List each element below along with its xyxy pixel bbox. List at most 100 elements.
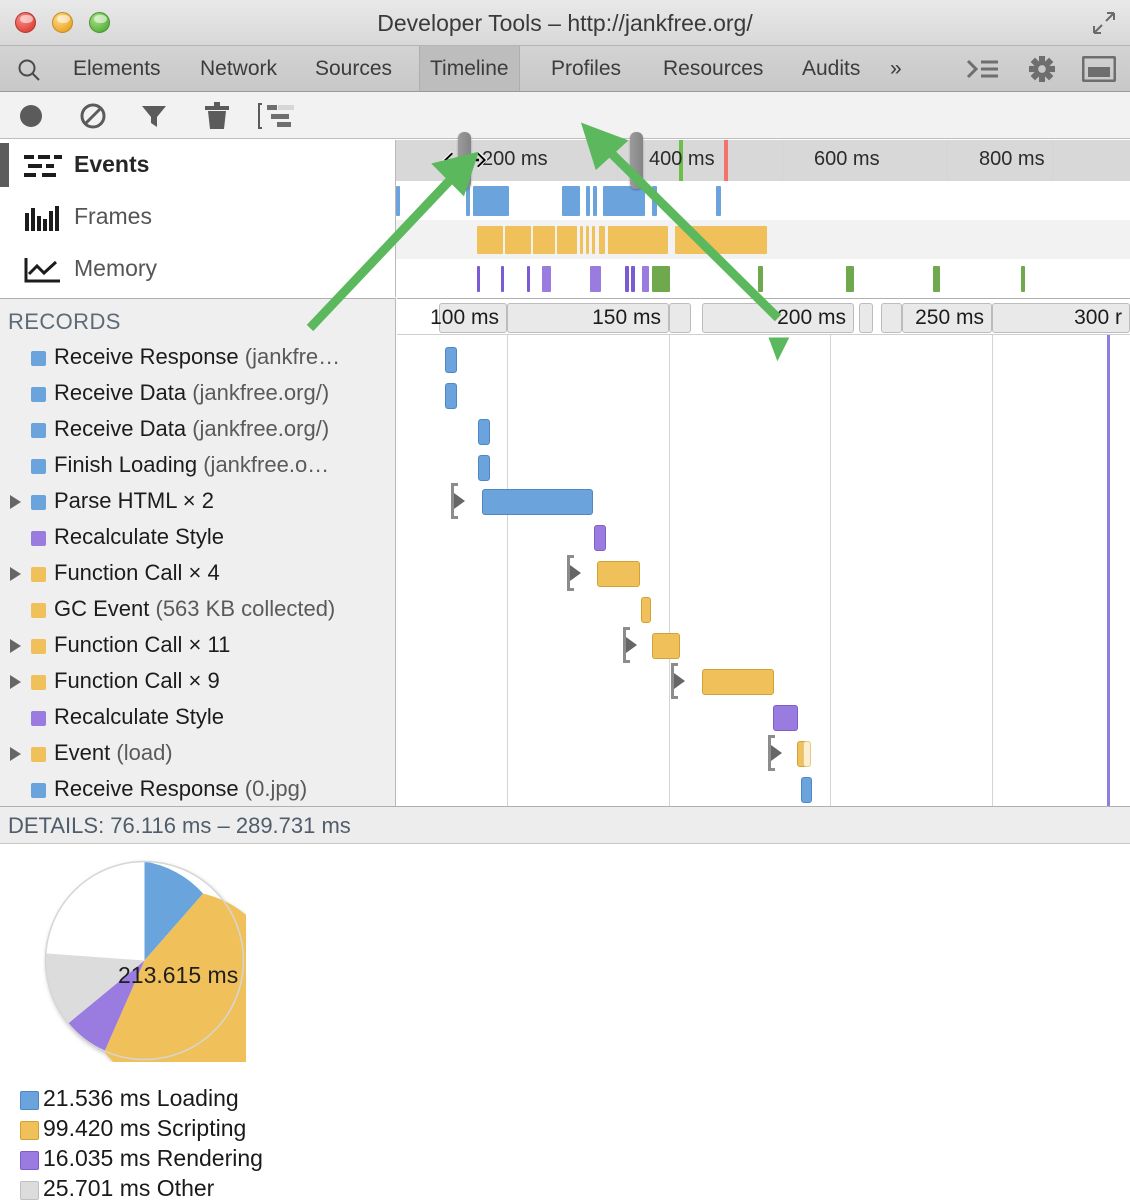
- timeline-bar[interactable]: [594, 525, 606, 551]
- table-row[interactable]: Function Call × 9: [0, 663, 396, 699]
- record-color-swatch: [31, 423, 46, 438]
- table-row[interactable]: Receive Response (0.jpg): [0, 771, 396, 806]
- record-color-swatch: [31, 675, 46, 690]
- console-drawer-icon[interactable]: [965, 56, 1001, 87]
- tab-elements[interactable]: Elements: [62, 46, 172, 91]
- timeline-bar[interactable]: [445, 347, 457, 373]
- overview-bar: [933, 266, 940, 292]
- disclosure-triangle-icon[interactable]: [10, 639, 21, 653]
- overview-bar: [477, 266, 480, 292]
- tab-sources[interactable]: Sources: [304, 46, 403, 91]
- legend-swatch-loading: [20, 1091, 39, 1110]
- clear-icon[interactable]: [78, 101, 108, 136]
- expand-triangle-icon[interactable]: [454, 493, 465, 509]
- records-panel[interactable]: RECORDS Receive Response (jankfre… Recei…: [0, 298, 396, 806]
- timeline-overview[interactable]: 200 ms 400 ms 600 ms 800 ms: [396, 140, 1130, 297]
- record-color-swatch: [31, 567, 46, 582]
- table-row[interactable]: Finish Loading (jankfree.o…: [0, 447, 396, 483]
- record-color-swatch: [31, 639, 46, 654]
- timeline-records-graph[interactable]: 100 ms 150 ms 200 ms 250 ms 300 r: [397, 298, 1130, 806]
- table-row[interactable]: Receive Data (jankfree.org/): [0, 375, 396, 411]
- tab-network[interactable]: Network: [189, 46, 288, 91]
- timeline-bar[interactable]: [482, 489, 593, 515]
- expand-triangle-icon[interactable]: [771, 745, 782, 761]
- selection-right-handle[interactable]: [630, 132, 643, 189]
- table-row[interactable]: Recalculate Style: [0, 699, 396, 735]
- timeline-bar[interactable]: [478, 419, 490, 445]
- table-row[interactable]: GC Event (563 KB collected): [0, 591, 396, 627]
- record-label: Parse HTML × 2: [54, 488, 214, 514]
- table-row[interactable]: Parse HTML × 2: [0, 483, 396, 519]
- record-color-swatch: [31, 711, 46, 726]
- sidebar-item-events[interactable]: Events: [0, 140, 396, 192]
- table-row[interactable]: Receive Response (jankfre…: [0, 339, 396, 375]
- overview-bar: [716, 186, 721, 216]
- overview-bar: [593, 186, 597, 216]
- ruler-segment: 200 ms: [702, 303, 854, 333]
- legend-label-scripting: 99.420 ms Scripting: [43, 1115, 246, 1142]
- record-color-swatch: [31, 531, 46, 546]
- sidebar-item-memory[interactable]: Memory: [0, 244, 396, 296]
- overview-bar: [592, 226, 595, 254]
- table-row[interactable]: Receive Data (jankfree.org/): [0, 411, 396, 447]
- legend-swatch-rendering: [20, 1151, 39, 1170]
- ruler-segment: 100 ms: [439, 303, 507, 333]
- record-label: GC Event (563 KB collected): [54, 596, 335, 622]
- table-row[interactable]: Recalculate Style: [0, 519, 396, 555]
- disclosure-triangle-icon[interactable]: [10, 495, 21, 509]
- timeline-gridline: [830, 299, 831, 806]
- timeline-bar[interactable]: [597, 561, 640, 587]
- record-color-swatch: [31, 459, 46, 474]
- timeline-bar[interactable]: [445, 383, 457, 409]
- overview-bar: [542, 266, 551, 292]
- timeline-bar[interactable]: [773, 705, 798, 731]
- expand-triangle-icon[interactable]: [674, 673, 685, 689]
- timeline-ruler: 100 ms 150 ms 200 ms 250 ms 300 r: [397, 299, 1130, 335]
- events-icon: [24, 153, 62, 179]
- table-row[interactable]: Function Call × 11: [0, 627, 396, 663]
- trash-icon[interactable]: [203, 101, 231, 136]
- overview-bar: [477, 226, 503, 254]
- dock-icon[interactable]: [1082, 56, 1116, 87]
- record-label: Function Call × 11: [54, 632, 230, 658]
- overview-bar: [396, 186, 400, 216]
- record-label: Recalculate Style: [54, 524, 224, 550]
- pie-svg: [43, 859, 246, 1062]
- tab-resources[interactable]: Resources: [652, 46, 774, 91]
- sidebar-item-label: Memory: [74, 255, 157, 282]
- disclosure-triangle-icon[interactable]: [10, 747, 21, 761]
- tree-view-icon[interactable]: [258, 101, 296, 136]
- tab-audits[interactable]: Audits: [791, 46, 871, 91]
- disclosure-triangle-icon[interactable]: [10, 567, 21, 581]
- timeline-cursor[interactable]: [1107, 299, 1110, 806]
- record-icon[interactable]: [16, 101, 46, 136]
- timeline-bar[interactable]: [478, 455, 490, 481]
- table-row[interactable]: Function Call × 4: [0, 555, 396, 591]
- expand-triangle-icon[interactable]: [570, 565, 581, 581]
- legend-swatch-other: [20, 1181, 39, 1200]
- timeline-bar[interactable]: [803, 741, 811, 767]
- expand-icon[interactable]: [1092, 11, 1116, 35]
- tab-bar: Elements Network Sources Timeline Profil…: [0, 46, 1130, 92]
- timeline-bar[interactable]: [641, 597, 651, 623]
- table-row[interactable]: Event (load): [0, 735, 396, 771]
- search-icon[interactable]: [16, 57, 42, 83]
- record-color-swatch: [31, 747, 46, 762]
- filter-icon[interactable]: [139, 101, 169, 136]
- overview-bar: [557, 226, 577, 254]
- tab-timeline[interactable]: Timeline: [419, 46, 520, 91]
- record-color-swatch: [31, 603, 46, 618]
- overview-bar: [675, 226, 767, 254]
- details-title: DETAILS: 76.116 ms – 289.731 ms: [8, 813, 351, 839]
- gear-icon[interactable]: [1025, 56, 1059, 87]
- disclosure-triangle-icon[interactable]: [10, 675, 21, 689]
- timeline-bar[interactable]: [801, 777, 812, 803]
- sidebar-item-label: Frames: [74, 203, 152, 230]
- overview-bar: [758, 266, 763, 292]
- tab-profiles[interactable]: Profiles: [540, 46, 632, 91]
- sidebar-item-frames[interactable]: Frames: [0, 192, 396, 244]
- expand-triangle-icon[interactable]: [626, 637, 637, 653]
- tab-overflow-button[interactable]: »: [890, 46, 902, 91]
- timeline-bar[interactable]: [652, 633, 680, 659]
- timeline-bar[interactable]: [702, 669, 774, 695]
